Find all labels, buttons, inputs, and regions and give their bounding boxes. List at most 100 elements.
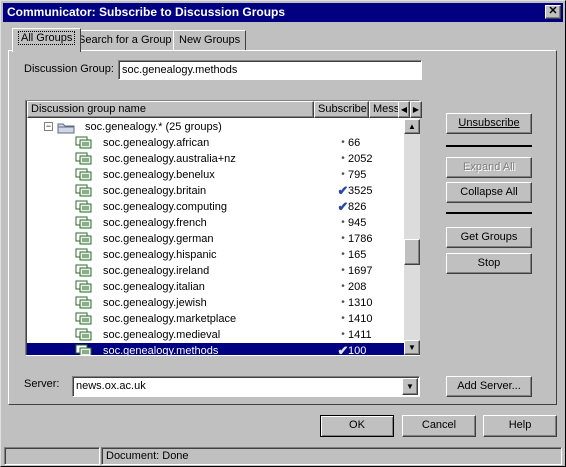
status-text: Document: Done bbox=[101, 447, 562, 465]
stop-label: Stop bbox=[477, 257, 501, 269]
tab-new-groups[interactable]: New Groups bbox=[173, 30, 247, 51]
newsgroup-icon bbox=[75, 328, 92, 341]
newsgroup-icon bbox=[75, 264, 92, 277]
help-button[interactable]: Help bbox=[483, 415, 557, 437]
column-header-name[interactable]: Discussion group name bbox=[27, 101, 314, 118]
list-item[interactable]: soc.genealogy.australia+nz • 2052 bbox=[27, 151, 404, 167]
group-list[interactable]: Discussion group name Subscribe Messages… bbox=[25, 100, 422, 356]
separator-1 bbox=[446, 145, 532, 147]
separator-2 bbox=[446, 212, 532, 214]
message-count: 66 bbox=[348, 137, 361, 149]
group-name: soc.genealogy.italian bbox=[103, 281, 205, 293]
newsgroup-icon bbox=[75, 312, 92, 325]
parent-group-label: soc.genealogy.* (25 groups) bbox=[85, 121, 222, 133]
group-name: soc.genealogy.french bbox=[103, 217, 207, 229]
list-item[interactable]: soc.genealogy.marketplace • 1410 bbox=[27, 311, 404, 327]
list-item[interactable]: soc.genealogy.britain ✔ 3525 bbox=[27, 183, 404, 199]
message-count: 1411 bbox=[348, 329, 372, 341]
get-groups-button[interactable]: Get Groups bbox=[446, 227, 532, 248]
column-header-subscribe[interactable]: Subscribe bbox=[314, 101, 369, 118]
list-item[interactable]: soc.genealogy.french • 945 bbox=[27, 215, 404, 231]
scroll-left-button[interactable]: ◀ bbox=[398, 101, 410, 118]
tab-search-for-a-group[interactable]: Search for a Group bbox=[72, 30, 178, 51]
scroll-right-button[interactable]: ▶ bbox=[410, 101, 422, 118]
message-count: 3525 bbox=[348, 185, 373, 197]
list-item[interactable]: soc.genealogy.german • 1786 bbox=[27, 231, 404, 247]
list-item[interactable]: soc.genealogy.benelux • 795 bbox=[27, 167, 404, 183]
group-name: soc.genealogy.methods bbox=[103, 345, 219, 355]
newsgroup-icon bbox=[75, 184, 92, 197]
newsgroup-icon bbox=[75, 136, 92, 149]
ok-label: OK bbox=[349, 419, 365, 431]
tab-search-label: Search for a Group bbox=[78, 34, 172, 46]
title-bar[interactable]: Communicator: Subscribe to Discussion Gr… bbox=[3, 3, 563, 22]
group-name: soc.genealogy.hispanic bbox=[103, 249, 217, 261]
newsgroup-icon bbox=[75, 200, 92, 213]
add-server-label: Add Server... bbox=[457, 380, 521, 392]
group-name: soc.genealogy.medieval bbox=[103, 329, 221, 341]
message-count: 2052 bbox=[348, 153, 373, 165]
ok-button[interactable]: OK bbox=[320, 415, 394, 437]
window-title: Communicator: Subscribe to Discussion Gr… bbox=[7, 5, 286, 19]
tab-all-groups[interactable]: All Groups bbox=[12, 28, 82, 52]
collapse-all-label: Collapse All bbox=[460, 186, 518, 198]
expand-all-button[interactable]: Expand All bbox=[446, 157, 532, 178]
group-name: soc.genealogy.jewish bbox=[103, 297, 207, 309]
server-label: Server: bbox=[24, 378, 60, 390]
newsgroup-icon bbox=[75, 296, 92, 309]
message-count: 1697 bbox=[348, 265, 373, 277]
group-rows: − soc.genealogy.* (25 groups) soc.geneal… bbox=[27, 119, 404, 355]
message-count: 100 bbox=[348, 345, 367, 355]
parent-group-row[interactable]: − soc.genealogy.* (25 groups) bbox=[27, 119, 404, 135]
scroll-up-icon: ▲ bbox=[408, 122, 416, 131]
server-select[interactable]: news.ox.ac.uk ▼ bbox=[72, 376, 420, 397]
scroll-left-icon: ◀ bbox=[400, 105, 408, 114]
list-item[interactable]: soc.genealogy.african • 66 bbox=[27, 135, 404, 151]
list-item[interactable]: soc.genealogy.ireland • 1697 bbox=[27, 263, 404, 279]
server-value: news.ox.ac.uk bbox=[76, 380, 146, 392]
collapse-all-button[interactable]: Collapse All bbox=[446, 182, 532, 203]
cancel-button[interactable]: Cancel bbox=[402, 415, 476, 437]
group-name: soc.genealogy.computing bbox=[103, 201, 227, 213]
close-button[interactable]: ✕ bbox=[545, 5, 561, 19]
collapse-toggle[interactable]: − bbox=[44, 122, 53, 131]
newsgroup-icon bbox=[75, 216, 92, 229]
newsgroup-icon bbox=[75, 152, 92, 165]
status-cell-empty bbox=[4, 447, 100, 465]
scroll-thumb[interactable] bbox=[404, 239, 420, 265]
list-item[interactable]: soc.genealogy.medieval • 1411 bbox=[27, 327, 404, 343]
message-count: 945 bbox=[348, 217, 367, 229]
list-item[interactable]: soc.genealogy.hispanic • 165 bbox=[27, 247, 404, 263]
newsgroup-icon bbox=[75, 280, 92, 293]
cancel-label: Cancel bbox=[421, 419, 457, 431]
discussion-group-label: Discussion Group: bbox=[24, 63, 114, 75]
add-server-button[interactable]: Add Server... bbox=[446, 376, 532, 397]
server-dropdown-button[interactable]: ▼ bbox=[402, 378, 418, 395]
scroll-down-icon: ▼ bbox=[408, 343, 416, 352]
message-count: 826 bbox=[348, 201, 367, 213]
discussion-group-input[interactable]: soc.genealogy.methods bbox=[118, 60, 422, 80]
stop-button[interactable]: Stop bbox=[446, 253, 532, 274]
scroll-down-button[interactable]: ▼ bbox=[404, 340, 420, 355]
newsgroup-icon bbox=[75, 232, 92, 245]
list-item[interactable]: soc.genealogy.computing ✔ 826 bbox=[27, 199, 404, 215]
unsubscribed-dot-icon[interactable]: • bbox=[311, 135, 375, 151]
group-name: soc.genealogy.australia+nz bbox=[103, 153, 236, 165]
list-item[interactable]: soc.genealogy.jewish • 1310 bbox=[27, 295, 404, 311]
vertical-scrollbar[interactable]: ▲ ▼ bbox=[404, 119, 420, 355]
group-name: soc.genealogy.benelux bbox=[103, 169, 215, 181]
chevron-down-icon: ▼ bbox=[406, 382, 414, 391]
message-count: 1310 bbox=[348, 297, 373, 309]
unsubscribe-label: Unsubscribe bbox=[458, 117, 520, 129]
tab-all-groups-label: All Groups bbox=[18, 31, 76, 45]
unsubscribe-button[interactable]: Unsubscribe bbox=[446, 113, 532, 134]
message-count: 795 bbox=[348, 169, 367, 181]
group-name: soc.genealogy.marketplace bbox=[103, 313, 237, 325]
scroll-right-icon: ▶ bbox=[412, 105, 420, 114]
group-name: soc.genealogy.ireland bbox=[103, 265, 210, 277]
list-item[interactable]: soc.genealogy.italian • 208 bbox=[27, 279, 404, 295]
help-label: Help bbox=[508, 419, 532, 431]
scroll-up-button[interactable]: ▲ bbox=[404, 119, 420, 134]
list-item[interactable]: soc.genealogy.methods ✔ 100 bbox=[27, 343, 404, 355]
tab-new-groups-label: New Groups bbox=[179, 34, 241, 46]
